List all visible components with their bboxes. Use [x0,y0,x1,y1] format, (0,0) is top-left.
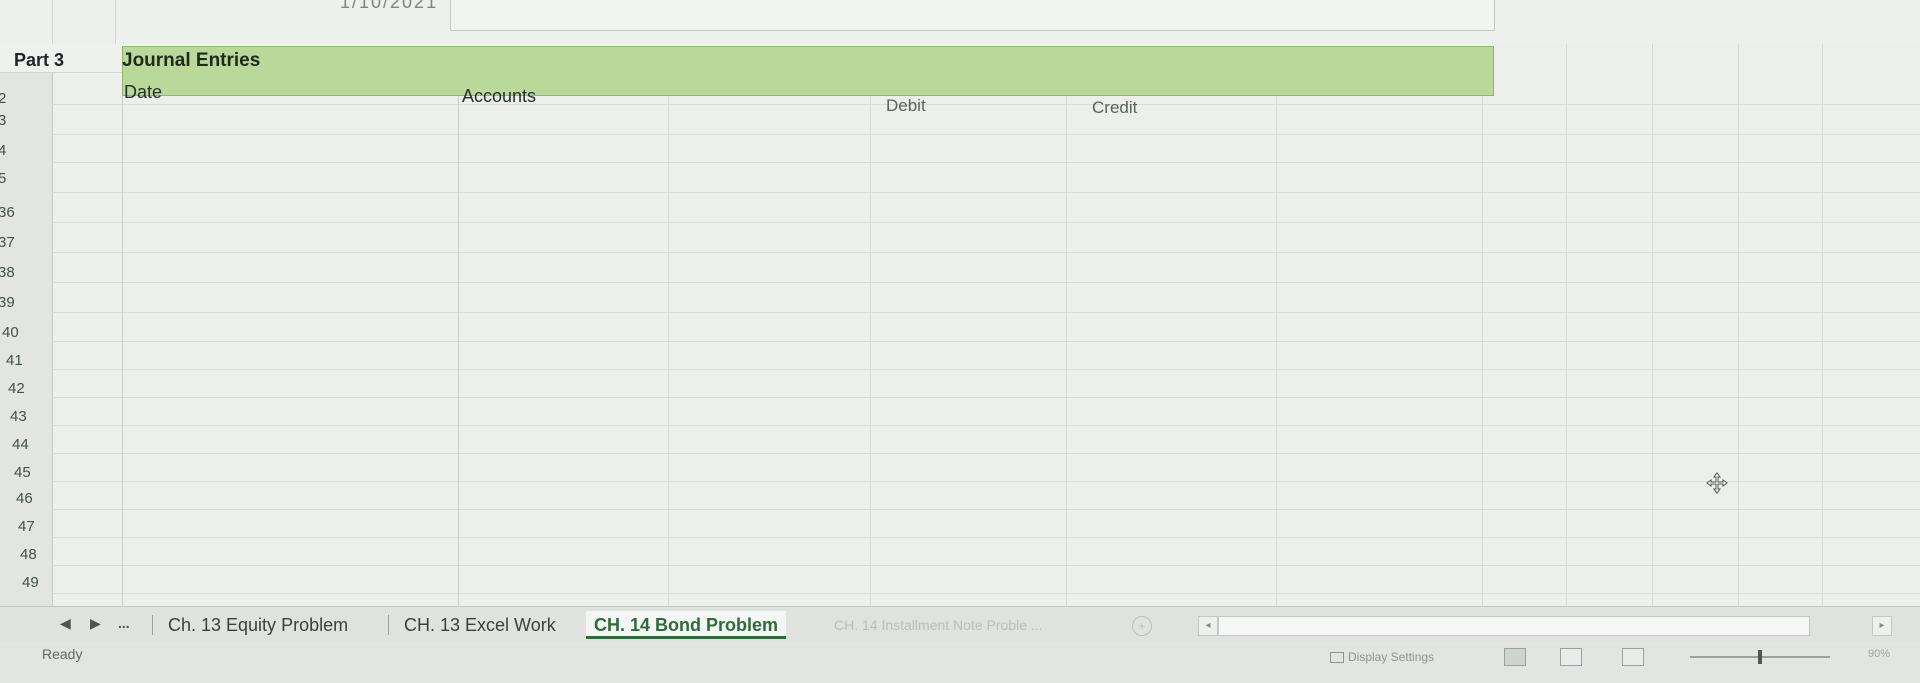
cursor-move-icon [1706,472,1728,494]
grid-line [52,341,1920,342]
row-number[interactable]: 49 [22,574,39,591]
grid-line [1066,44,1067,606]
grid-line [1652,44,1653,606]
row-number[interactable]: 41 [6,352,23,369]
sheet-tab-bar: ◀ ▶ ... Ch. 13 Equity Problem CH. 13 Exc… [0,606,1920,643]
grid-line [458,44,459,606]
grid-line [52,565,1920,566]
grid-line [52,312,1920,313]
tab-ch13-equity-problem[interactable]: Ch. 13 Equity Problem [160,611,356,639]
tab-scroll-right-button[interactable]: ▶ [90,615,101,632]
journal-entries-title: Journal Entries [122,50,261,71]
tab-ch13-excel-work[interactable]: CH. 13 Excel Work [396,611,564,639]
grid-line [52,537,1920,538]
grid-line [52,222,1920,223]
row-number[interactable]: 36 [0,204,15,221]
grid-line [52,425,1920,426]
status-bar: Ready Display Settings 90% [0,642,1920,683]
grid-line [122,44,123,606]
add-sheet-button[interactable]: + [1132,616,1152,636]
row-number[interactable]: 40 [2,324,19,341]
grid-line [52,104,1920,105]
part-label: Part 3 [14,50,65,70]
grid-line [1822,44,1823,606]
display-settings-button[interactable]: Display Settings [1330,650,1434,664]
row-number[interactable]: 48 [20,546,37,563]
tab-ch14-installment-note-problem[interactable]: CH. 14 Installment Note Proble ... [826,611,1051,639]
display-settings-label: Display Settings [1348,650,1435,664]
row-number[interactable]: 44 [12,436,29,453]
row-number[interactable]: 39 [0,294,15,311]
grid-line [668,44,669,606]
tab-scroll-left-button[interactable]: ◀ [60,615,71,632]
grid-line [52,162,1920,163]
grid-line [52,397,1920,398]
grid-line [52,0,53,44]
grid-line [52,192,1920,193]
scroll-right-button[interactable]: ▸ [1872,616,1892,636]
page-layout-view-icon[interactable] [1560,648,1582,666]
worksheet-grid[interactable]: 2 3 4 5 36 37 38 39 40 41 42 43 44 45 46… [0,44,1920,606]
previous-row-date: 1/10/2021 [340,0,439,12]
status-ready: Ready [42,646,83,662]
grid-line [52,369,1920,370]
display-settings-icon [1330,652,1344,664]
zoom-slider-thumb[interactable] [1758,650,1762,664]
row-number[interactable]: 43 [10,408,27,425]
horizontal-scrollbar[interactable] [1218,616,1810,636]
page-break-view-icon[interactable] [1622,648,1644,666]
top-strip: 1/10/2021 [0,0,1920,44]
grid-line [52,509,1920,510]
grid-line [1276,44,1277,606]
row-number[interactable]: 37 [0,234,15,251]
grid-line [52,282,1920,283]
grid-line [52,252,1920,253]
grid-line [1738,44,1739,606]
grid-line [1566,44,1567,606]
column-header-date[interactable]: Date [124,82,162,103]
row-number[interactable]: 42 [8,380,25,397]
more-tabs-button[interactable]: ... [118,615,130,631]
grid-line [52,481,1920,482]
grid-line [52,593,1920,594]
tab-separator [152,615,153,635]
row-number[interactable]: 46 [16,490,33,507]
row-number[interactable]: 5 [0,170,6,187]
grid-line [52,134,1920,135]
zoom-level[interactable]: 90% [1868,648,1890,660]
row-headers: 2 3 4 5 36 37 38 39 40 41 42 43 44 45 46… [0,44,53,606]
column-header-debit[interactable]: Debit [886,96,926,116]
tab-separator [388,615,389,635]
column-header-accounts[interactable]: Accounts [462,86,536,107]
grid-line [115,0,116,44]
row-number[interactable]: 2 [0,90,6,107]
journal-entries-banner[interactable] [122,46,1494,96]
row-number[interactable]: 4 [0,142,6,159]
tab-ch14-bond-problem[interactable]: CH. 14 Bond Problem [586,611,787,639]
scroll-left-button[interactable]: ◂ [1198,616,1218,636]
grid-line [52,453,1920,454]
previous-row-cell[interactable] [450,0,1495,31]
grid-line [870,44,871,606]
row-number[interactable]: 45 [14,464,31,481]
column-header-credit[interactable]: Credit [1092,98,1137,118]
row-number[interactable]: 38 [0,264,15,281]
row-number[interactable]: 3 [0,112,6,129]
normal-view-icon[interactable] [1504,648,1526,666]
grid-line [1482,44,1483,606]
row-number[interactable]: 47 [18,518,35,535]
